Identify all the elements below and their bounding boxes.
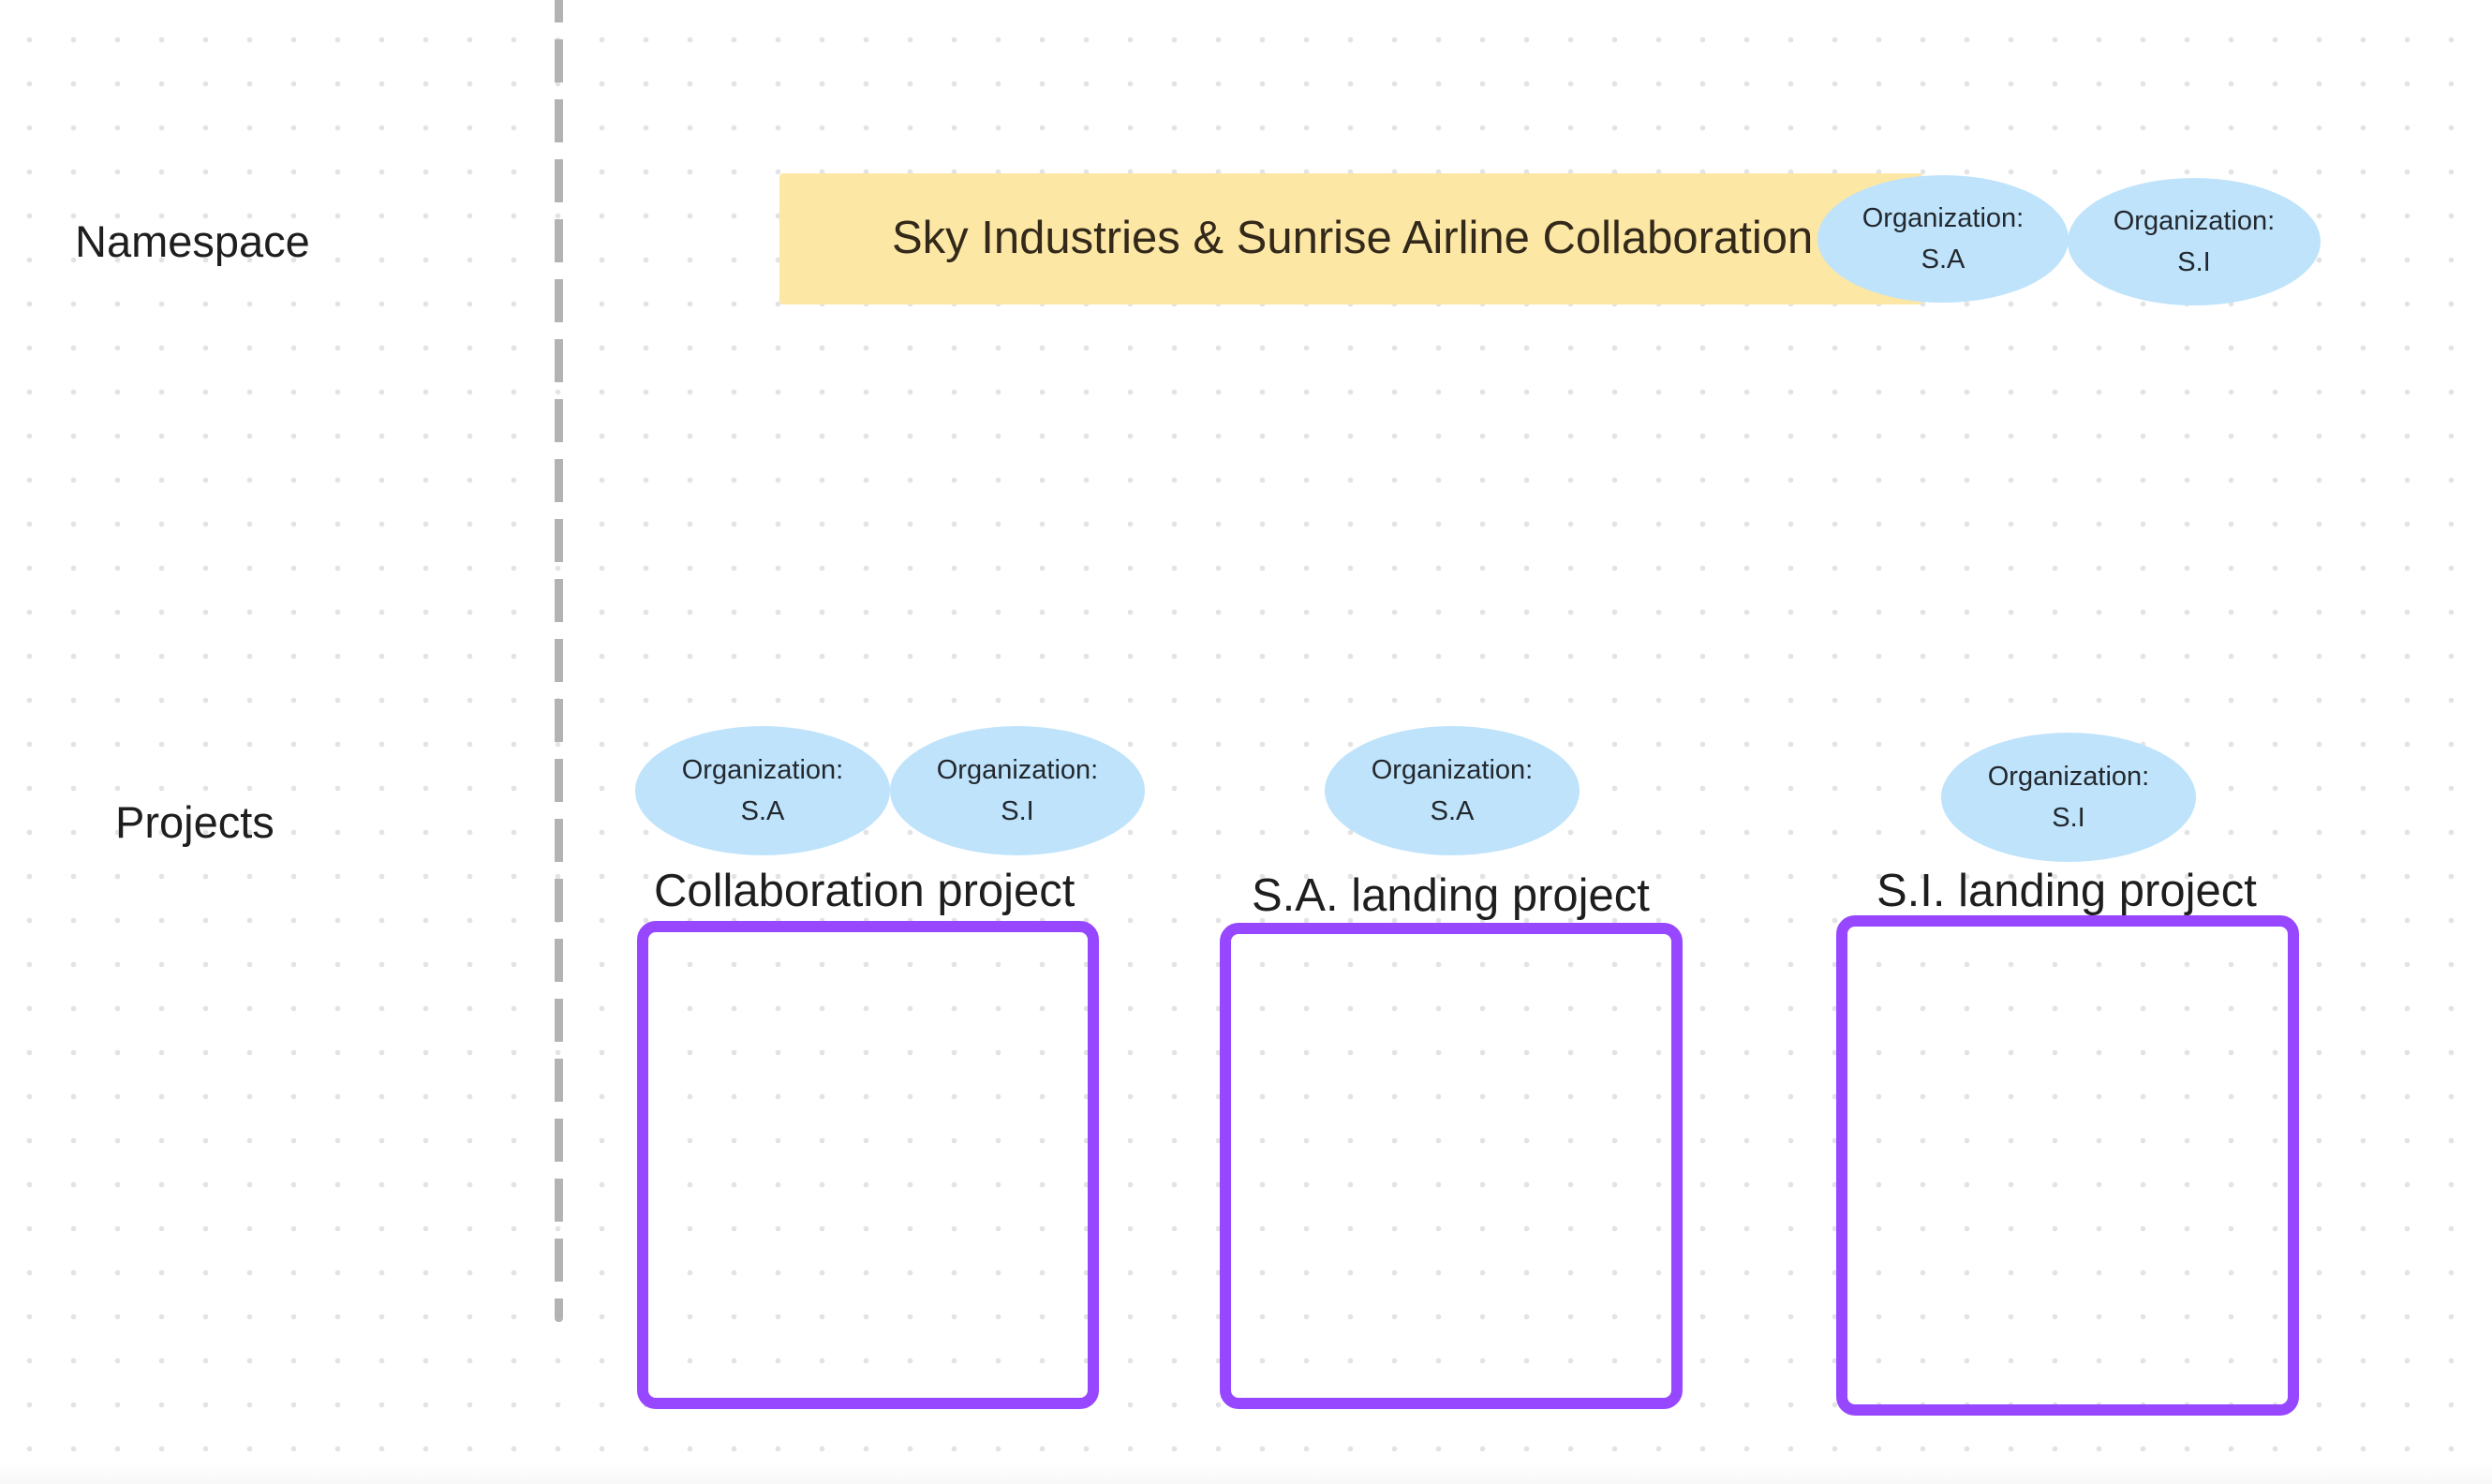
organization-value: S.A — [1921, 245, 1965, 275]
organization-label: Organization: — [2113, 206, 2276, 236]
row-label-namespace: Namespace — [75, 216, 310, 266]
organization-value: S.I — [2052, 803, 2085, 833]
collaboration-project-organization-si-ellipse[interactable]: Organization: S.I — [890, 726, 1145, 855]
canvas-bottom-edge — [0, 1462, 2492, 1484]
organization-label: Organization: — [936, 755, 1099, 785]
namespace-organization-sa-ellipse[interactable]: Organization: S.A — [1817, 175, 2069, 303]
si-landing-project-frame[interactable] — [1836, 915, 2299, 1416]
row-label-projects: Projects — [115, 797, 274, 847]
organization-label: Organization: — [1371, 755, 1534, 785]
si-landing-project-title: S.I. landing project — [1876, 866, 2257, 916]
organization-label: Organization: — [681, 755, 844, 785]
lane-divider-dashed-line — [555, 0, 563, 1322]
organization-label: Organization: — [1987, 762, 2150, 792]
organization-value: S.A — [740, 796, 785, 826]
sa-landing-project-organization-sa-ellipse[interactable]: Organization: S.A — [1325, 726, 1580, 855]
collaboration-project-frame[interactable] — [637, 921, 1099, 1409]
namespace-title: Sky Industries & Sunrise Airline Collabo… — [892, 213, 1814, 263]
si-landing-project-organization-si-ellipse[interactable]: Organization: S.I — [1941, 733, 2196, 862]
collaboration-project-title: Collaboration project — [654, 866, 1075, 916]
organization-value: S.I — [2177, 247, 2211, 277]
organization-value: S.A — [1430, 796, 1475, 826]
namespace-organization-si-ellipse[interactable]: Organization: S.I — [2068, 178, 2321, 305]
sa-landing-project-frame[interactable] — [1220, 923, 1683, 1409]
organization-label: Organization: — [1862, 203, 2025, 233]
organization-value: S.I — [1001, 796, 1034, 826]
collaboration-project-organization-sa-ellipse[interactable]: Organization: S.A — [635, 726, 890, 855]
sa-landing-project-title: S.A. landing project — [1252, 870, 1650, 921]
